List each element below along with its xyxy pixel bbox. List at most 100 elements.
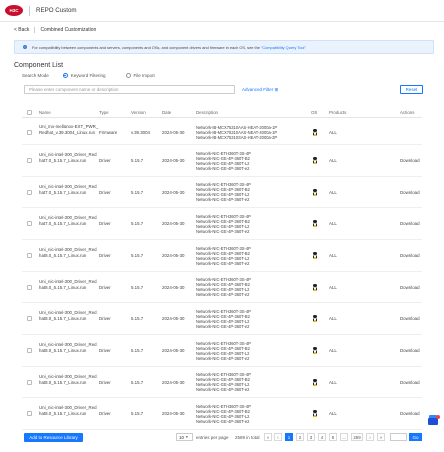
component-version: 5.15.7 [131, 348, 144, 353]
keyword-filtering-label: Keyword Filtering [70, 73, 106, 78]
per-page-select[interactable]: 10 ▾ [176, 433, 193, 441]
page-259-button[interactable]: 259 [351, 433, 363, 441]
download-link[interactable]: Download [400, 285, 420, 290]
table-row: Uni_nic-intel-300_Driver_Redhat7.0_5.15.… [22, 177, 422, 208]
component-version: 5.15.7 [131, 316, 144, 321]
search-mode: Search Mode Keyword Filtering File Impor… [22, 73, 155, 78]
component-version: 5.15.7 [131, 380, 144, 385]
page-5-button[interactable]: 5 [329, 433, 337, 441]
page-1-button[interactable]: 1 [285, 433, 293, 441]
prev-page-button[interactable]: ‹ [274, 433, 282, 441]
component-products: ALL [329, 380, 337, 385]
col-type: Type [99, 110, 109, 115]
component-type: Driver [99, 380, 111, 385]
download-link[interactable]: Download [400, 253, 420, 258]
back-link[interactable]: < Back [14, 27, 29, 33]
component-products: ALL [329, 411, 337, 416]
component-description: Network-NIC-ETH360T-3S-4P Network-NIC-GE-… [196, 277, 311, 297]
row-checkbox[interactable] [27, 316, 32, 321]
component-products: ALL [329, 316, 337, 321]
per-page-value: 10 [179, 434, 185, 440]
description-line: Network-NIC-GE-4P-360T-e2 [196, 356, 250, 362]
row-checkbox[interactable] [27, 190, 32, 195]
component-products: ALL [329, 158, 337, 163]
download-link[interactable]: Download [400, 380, 420, 385]
keyword-filtering-radio[interactable]: Keyword Filtering [62, 73, 106, 78]
row-checkbox[interactable] [27, 348, 32, 353]
search-input[interactable]: Please enter component name or descripti… [24, 85, 235, 94]
table-row: Uni_nic-intel-300_Driver_Redhat8.0_5.15.… [22, 398, 422, 430]
table-row: Uni_nic-intel-300_Driver_Redhat8.0_5.15.… [22, 240, 422, 272]
table-row: Uni_nic-intel-300_Driver_Redhat7.0_5.15.… [22, 208, 422, 240]
compatibility-query-link[interactable]: "Compatibility Query Tool" [261, 45, 306, 50]
first-page-button[interactable]: « [264, 433, 272, 441]
row-checkbox[interactable] [27, 411, 32, 416]
row-checkbox[interactable] [27, 221, 32, 226]
info-icon: i [23, 45, 27, 49]
component-name: Uni_nic-intel-300_Driver_Redhat8.0_5.15.… [39, 247, 97, 258]
download-link[interactable]: Download [400, 316, 420, 321]
goto-page-input[interactable] [390, 433, 407, 441]
component-type: Driver [99, 190, 111, 195]
component-date: 2024-05-30 [162, 190, 185, 195]
row-checkbox[interactable] [27, 285, 32, 290]
row-checkbox[interactable] [27, 158, 32, 163]
download-link[interactable]: Download [400, 190, 420, 195]
compatibility-notice: i For compatibility between components a… [14, 40, 434, 54]
description-line: Network-IB-MCX75310SAS-HEAT-2000a-2P [196, 135, 278, 141]
col-name[interactable]: Name [39, 110, 51, 115]
page-3-button[interactable]: 3 [307, 433, 315, 441]
component-version: 5.15.7 [131, 253, 144, 258]
table-row: Uni_nic-intel-300_Driver_Redhat7.0_5.15.… [22, 145, 422, 177]
table-row: Uni_mo-mellanox-EXT_PWR_Redhat_v.39.3004… [22, 120, 422, 145]
header-divider [29, 5, 30, 16]
row-checkbox[interactable] [27, 130, 32, 135]
download-link[interactable]: Download [400, 221, 420, 226]
reset-button[interactable]: Reset [400, 85, 423, 94]
download-link[interactable]: Download [400, 158, 420, 163]
component-description: Network-NIC-ETH360T-3S-4P Network-NIC-GE-… [196, 309, 311, 329]
page-4-button[interactable]: 4 [318, 433, 326, 441]
download-link[interactable]: Download [400, 348, 420, 353]
linux-icon [312, 129, 318, 136]
breadcrumb-divider [34, 27, 36, 33]
component-products: ALL [329, 130, 337, 135]
last-page-button[interactable]: » [377, 433, 385, 441]
component-type: Firmware [99, 130, 118, 135]
file-import-label: File Import [133, 73, 155, 78]
row-checkbox[interactable] [27, 380, 32, 385]
select-all-checkbox[interactable] [27, 110, 32, 115]
add-to-resource-library-button[interactable]: Add to Resource Library [24, 433, 83, 442]
component-name: Uni_nic-intel-300_Driver_Redhat8.0_5.15.… [39, 374, 97, 385]
component-description: Network-NIC-ETH360T-3S-4P Network-NIC-GE-… [196, 341, 311, 361]
download-link[interactable]: Download [400, 411, 420, 416]
go-button[interactable]: Go [409, 433, 422, 441]
linux-icon [312, 284, 318, 291]
brand-logo[interactable]: H3C [5, 5, 23, 16]
linux-icon [312, 315, 318, 322]
col-products: Products [329, 110, 347, 115]
component-name: Uni_nic-intel-300_Driver_Redhat7.0_5.15.… [39, 215, 97, 226]
page-ellipsis: ... [340, 433, 348, 441]
page-2-button[interactable]: 2 [296, 433, 304, 441]
assistant-widget-icon[interactable] [428, 415, 440, 425]
total-count: 2589 in total [235, 435, 260, 440]
per-page-label: entries per page [196, 435, 229, 440]
next-page-button[interactable]: › [366, 433, 374, 441]
component-name: Uni_nic-intel-300_Driver_Redhat8.0_5.15.… [39, 405, 97, 416]
table-header: Name Type Version Date Description OS Pr… [22, 108, 422, 118]
component-version: 5.15.7 [131, 411, 144, 416]
search-mode-label: Search Mode [22, 73, 49, 78]
file-import-radio[interactable]: File Import [125, 73, 155, 78]
component-date: 2024-05-30 [162, 221, 185, 226]
component-products: ALL [329, 221, 337, 226]
breadcrumb: < Back Combined Customization [14, 26, 96, 34]
row-checkbox[interactable] [27, 253, 32, 258]
component-description: Network-NIC-ETH360T-3S-4P Network-NIC-GE-… [196, 404, 311, 424]
component-version: v.39.3004 [131, 130, 150, 135]
component-type: Driver [99, 411, 111, 416]
component-version: 5.15.7 [131, 221, 144, 226]
advanced-filter-link[interactable]: Advanced Filter ⊞ [242, 87, 278, 93]
component-description: Network-IB-MCX75310AAS-HEAT-2000a-1P Netw… [196, 125, 311, 140]
component-type: Driver [99, 221, 111, 226]
